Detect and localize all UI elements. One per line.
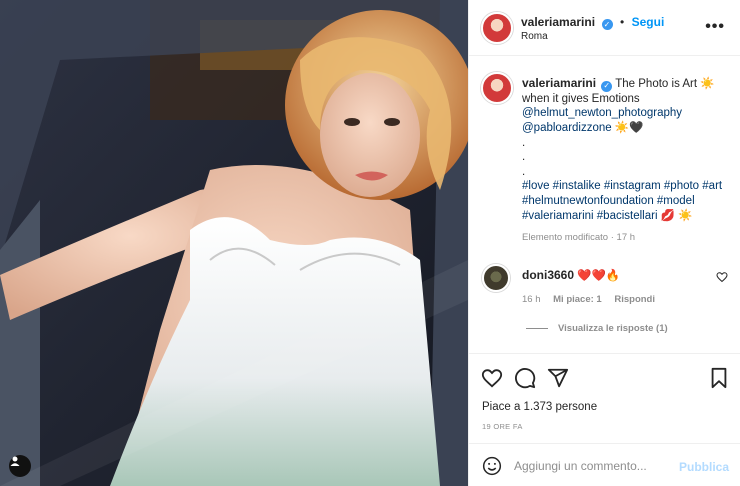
- bookmark-icon[interactable]: [709, 367, 729, 394]
- commenter-username[interactable]: doni3660: [522, 268, 574, 282]
- view-replies-button[interactable]: Visualizza le risposte (1): [526, 323, 668, 334]
- view-replies-label: Visualizza le risposte (1): [558, 323, 668, 334]
- likes-count[interactable]: Piace a 1.373 persone: [482, 401, 597, 413]
- comment-text: doni3660 ❤️❤️🔥: [522, 268, 620, 282]
- verified-badge-icon: ✓: [601, 80, 613, 92]
- author-username[interactable]: valeriamarini: [521, 15, 595, 29]
- hashtags-1[interactable]: #love #instalike #instagram #photo #art: [522, 179, 732, 194]
- heart-icon[interactable]: [481, 367, 503, 394]
- kiss-emoji: 💋: [660, 209, 676, 222]
- caption-dot: .: [522, 165, 526, 178]
- verified-badge-icon: ✓: [601, 19, 613, 30]
- post-actions: Piace a 1.373 persone 19 ORE FA: [469, 353, 740, 443]
- mention-pablo[interactable]: @pabloardizzone: [522, 122, 612, 134]
- post-header: valeriamarini ✓ • Segui Roma •••: [469, 0, 740, 56]
- hashtags-3[interactable]: #valeriamarini #bacistellari: [522, 210, 658, 222]
- reply-button[interactable]: Rispondi: [614, 294, 655, 305]
- post-time-ago[interactable]: 19 ORE FA: [482, 422, 523, 431]
- comment-input[interactable]: [514, 456, 674, 476]
- caption-username[interactable]: valeriamarini: [522, 76, 596, 90]
- post-side-panel: valeriamarini ✓ • Segui Roma ••• valeria…: [468, 0, 740, 486]
- comment-time[interactable]: 16 h: [522, 294, 541, 305]
- publish-button[interactable]: Pubblica: [679, 460, 729, 474]
- red-heart-emoji: ❤️❤️: [577, 270, 606, 282]
- author-avatar[interactable]: [481, 12, 513, 44]
- sun-emoji: ☀️: [678, 209, 693, 222]
- fire-emoji: 🔥: [605, 270, 621, 282]
- post-location[interactable]: Roma: [521, 31, 548, 42]
- caption-dot: .: [522, 136, 526, 149]
- caption: valeriamarini ✓ The Photo is Art ☀️ when…: [522, 76, 732, 246]
- emoji-icon[interactable]: [482, 456, 502, 481]
- caption-text-1: The Photo is Art: [615, 78, 698, 90]
- add-comment-bar: Pubblica: [469, 443, 740, 486]
- separator: •: [619, 15, 625, 29]
- share-icon[interactable]: [547, 367, 569, 394]
- comment-heart-icon[interactable]: [716, 270, 728, 288]
- commenter-avatar[interactable]: [482, 264, 510, 292]
- comment-likes[interactable]: Mi piace: 1: [553, 294, 602, 305]
- dot-separator: ·: [610, 232, 614, 244]
- author-line: valeriamarini ✓ • Segui: [521, 13, 664, 31]
- post-photo[interactable]: [0, 0, 468, 486]
- caption-avatar[interactable]: [481, 72, 513, 104]
- caption-text-2: when it gives Emotions: [522, 92, 640, 105]
- sun-emoji: ☀️: [700, 78, 715, 90]
- sun-emoji: ☀️: [614, 121, 630, 134]
- hashtags-2[interactable]: #helmutnewtonfoundation #model: [522, 194, 732, 209]
- caption-dot: .: [522, 151, 526, 164]
- user-tag-icon[interactable]: [9, 455, 31, 477]
- edited-time: 17 h: [616, 232, 636, 244]
- follow-button[interactable]: Segui: [632, 15, 665, 29]
- black-heart-emoji: 🖤: [629, 121, 644, 134]
- comment-icon[interactable]: [514, 367, 536, 394]
- mention-helmut[interactable]: @helmut_newton_photography: [522, 106, 732, 121]
- more-options-icon[interactable]: •••: [705, 18, 725, 36]
- comment-meta: 16 h Mi piace: 1 Rispondi: [522, 294, 665, 305]
- photo-illustration: [0, 0, 468, 486]
- edited-label: Elemento modificato: [522, 232, 609, 244]
- replies-divider: [526, 328, 548, 329]
